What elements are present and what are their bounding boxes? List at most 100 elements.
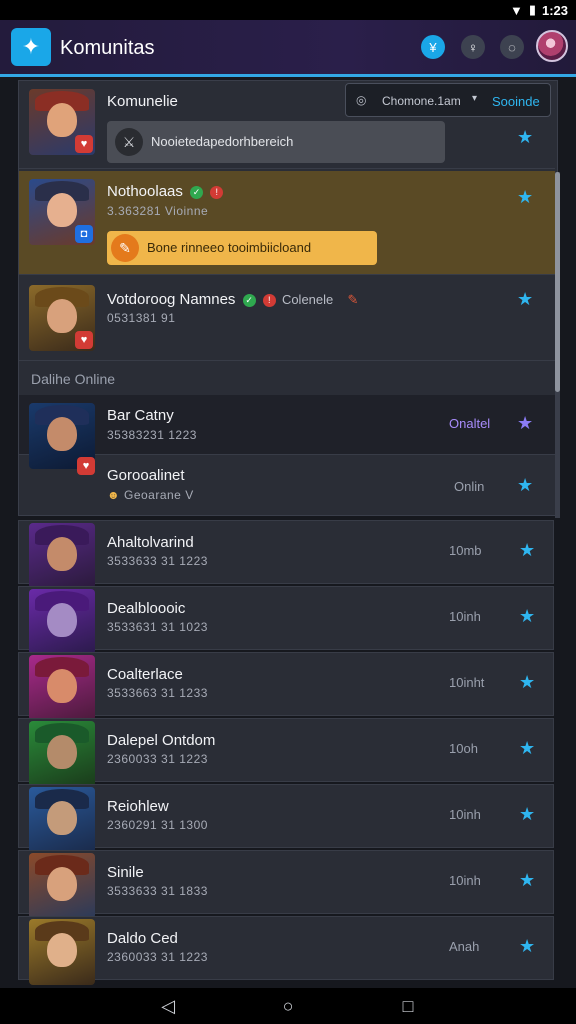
star-icon[interactable]: ★ bbox=[519, 672, 535, 693]
member-meta: 3533631 31 1023 bbox=[107, 620, 208, 634]
system-nav-bar: ◁ ○ □ bbox=[0, 988, 576, 1024]
star-icon[interactable]: ★ bbox=[519, 738, 535, 759]
list-item[interactable]: Sinile 3533633 31 1833 10inh ★ bbox=[18, 850, 554, 919]
member-meta: ☻ Geoarane V bbox=[107, 488, 194, 502]
portrait-image: ♥ bbox=[29, 285, 95, 351]
community-panel: ♥ Komunelie ◎ Chomone.1am ▾ Sooinde ⚔ No… bbox=[18, 80, 558, 516]
list-item[interactable]: ♥ Komunelie ◎ Chomone.1am ▾ Sooinde ⚔ No… bbox=[19, 81, 555, 169]
list-item[interactable]: Dealbloooic 3533631 31 1023 10inh ★ bbox=[18, 586, 554, 655]
recents-icon[interactable]: □ bbox=[396, 996, 420, 1016]
star-icon[interactable]: ★ bbox=[517, 127, 533, 148]
alert-icon: ! bbox=[262, 293, 276, 307]
member-name: Bar Catny bbox=[107, 407, 174, 424]
portrait-image: ♥ bbox=[29, 89, 95, 155]
bell-icon[interactable]: ♀ bbox=[461, 35, 485, 59]
section-label: Dalihe Online bbox=[31, 371, 116, 387]
member-meta: 2360291 31 1300 bbox=[107, 818, 208, 832]
list-item[interactable]: Dalepel Ontdom 2360033 31 1223 10oh ★ bbox=[18, 718, 554, 787]
list-item[interactable]: Bar Catny 35383231 1223 Onaltel ★ bbox=[19, 395, 555, 469]
member-name: Votdoroog Namnes ✓ ! Colenele ✎ bbox=[107, 291, 359, 308]
member-name: Coalterlace bbox=[107, 666, 183, 683]
scrollbar[interactable] bbox=[555, 172, 560, 518]
star-icon[interactable]: ★ bbox=[519, 936, 535, 957]
heart-badge-icon: ♥ bbox=[77, 457, 95, 475]
star-icon[interactable]: ★ bbox=[519, 606, 535, 627]
list-item-highlighted[interactable]: ◘ Nothoolaas ✓ ! 3.363281 Vioinne ✎ Bone… bbox=[19, 171, 555, 275]
member-name: Gorooalinet bbox=[107, 467, 185, 484]
member-meta: 2360033 31 1223 bbox=[107, 950, 208, 964]
online-status: Onaltel bbox=[449, 416, 491, 431]
member-status: 10inh bbox=[449, 609, 481, 624]
heart-badge-icon: ♥ bbox=[75, 135, 93, 153]
portrait-image: ◘ bbox=[29, 179, 95, 245]
heart-badge-icon: ♥ bbox=[75, 331, 93, 349]
portrait-image bbox=[29, 655, 95, 721]
member-status: 10oh bbox=[449, 741, 478, 756]
check-icon: ✓ bbox=[190, 185, 204, 199]
chat-icon[interactable]: ◌ bbox=[500, 35, 524, 59]
status-time: 1:23 bbox=[541, 2, 568, 18]
member-meta: 0531381 91 bbox=[107, 311, 176, 325]
star-icon[interactable]: ★ bbox=[517, 475, 533, 496]
chevron-down-icon[interactable]: ▾ bbox=[472, 93, 477, 104]
portrait-image bbox=[29, 589, 95, 655]
member-name: Daldo Ced bbox=[107, 930, 178, 947]
check-icon: ✓ bbox=[242, 293, 256, 307]
member-status: 10inht bbox=[449, 675, 485, 690]
portrait-image bbox=[29, 853, 95, 919]
list-item[interactable]: Ahaltolvarind 3533633 31 1223 10mb ★ bbox=[18, 520, 554, 589]
search-input[interactable]: ◎ Chomone.1am ▾ Sooinde bbox=[345, 83, 551, 117]
star-icon[interactable]: ★ bbox=[519, 870, 535, 891]
back-icon[interactable]: ◁ bbox=[156, 996, 180, 1016]
status-bar: ▼ ▮ 1:23 bbox=[0, 0, 576, 20]
member-name: Ahaltolvarind bbox=[107, 534, 194, 551]
edit-icon[interactable]: ✎ bbox=[347, 292, 358, 307]
home-icon[interactable]: ○ bbox=[276, 996, 300, 1016]
star-icon[interactable]: ★ bbox=[517, 289, 533, 310]
star-icon[interactable]: ★ bbox=[519, 804, 535, 825]
online-status: Onlin bbox=[454, 479, 485, 494]
member-status: Colenele bbox=[281, 292, 334, 307]
list-item[interactable]: Coalterlace 3533663 31 1233 10inht ★ bbox=[18, 652, 554, 721]
portrait-image bbox=[29, 919, 95, 985]
wifi-icon: ▼ bbox=[509, 2, 523, 18]
member-status: 10mb bbox=[449, 543, 482, 558]
member-name: Nothoolaas ✓ ! bbox=[107, 183, 224, 200]
portrait-image bbox=[29, 523, 95, 589]
member-name: Sinile bbox=[107, 864, 144, 881]
avatar[interactable] bbox=[536, 30, 568, 62]
search-value: Chomone.1am bbox=[382, 94, 461, 108]
filter-icon[interactable]: ¥ bbox=[421, 35, 445, 59]
star-icon[interactable]: ★ bbox=[519, 540, 535, 561]
search-icon: ◎ bbox=[356, 93, 367, 107]
app-logo-icon[interactable]: ✦ bbox=[11, 28, 51, 66]
star-icon[interactable]: ★ bbox=[517, 187, 533, 208]
page-title: Komunitas bbox=[60, 37, 155, 59]
sword-icon: ⚔ bbox=[115, 128, 143, 156]
list-item[interactable]: Daldo Ced 2360033 31 1223 Anah ★ bbox=[18, 916, 554, 985]
list-item[interactable]: Reiohlew 2360291 31 1300 10inh ★ bbox=[18, 784, 554, 853]
note-text: Bone rinneeo tooimbiicloand bbox=[147, 240, 312, 255]
member-meta: 3.363281 Vioinne bbox=[107, 204, 209, 218]
note-banner[interactable]: ✎ Bone rinneeo tooimbiicloand bbox=[107, 231, 377, 265]
search-button[interactable]: Sooinde bbox=[492, 94, 540, 109]
list-item[interactable]: ♥ Gorooalinet ☻ Geoarane V Onlin ★ bbox=[19, 457, 555, 515]
battery-icon: ▮ bbox=[528, 2, 536, 17]
member-meta: 35383231 1223 bbox=[107, 428, 197, 442]
feather-icon: ✎ bbox=[111, 234, 139, 262]
emoji-icon: ☻ bbox=[107, 488, 121, 502]
star-icon[interactable]: ★ bbox=[517, 413, 533, 434]
app-header: ✦ Komunitas ¥ ♀ ◌ bbox=[0, 20, 576, 74]
shield-badge-icon: ◘ bbox=[75, 225, 93, 243]
scrollbar-thumb[interactable] bbox=[555, 172, 560, 392]
message-box[interactable]: ⚔ Nooietedapedorhbereich bbox=[107, 121, 445, 163]
message-text: Nooietedapedorhbereich bbox=[151, 134, 294, 149]
member-meta: 3533633 31 1223 bbox=[107, 554, 208, 568]
member-meta: 3533633 31 1833 bbox=[107, 884, 208, 898]
list-item[interactable]: ♥ Votdoroog Namnes ✓ ! Colenele ✎ 053138… bbox=[19, 277, 555, 361]
member-name: Dalepel Ontdom bbox=[107, 732, 216, 749]
member-name: Komunelie bbox=[107, 93, 178, 110]
member-status: Anah bbox=[449, 939, 480, 954]
portrait-image bbox=[29, 721, 95, 787]
header-accent-line bbox=[0, 74, 576, 77]
